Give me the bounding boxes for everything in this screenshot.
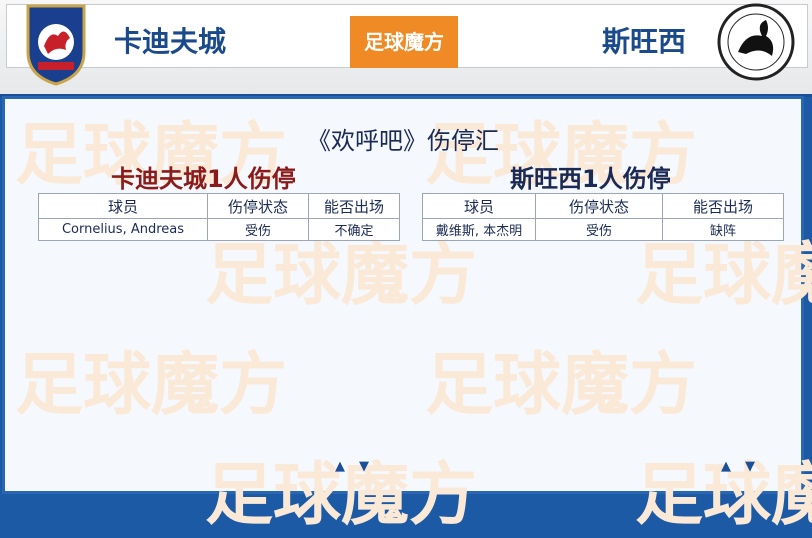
column-header: 球员 [422,193,536,219]
scroll-down-icon[interactable]: ▼ [359,459,383,474]
column-header: 伤停状态 [535,193,663,219]
table-header-row: 球员 伤停状态 能否出场 [422,193,784,219]
player-cell: Cornelius, Andreas [38,218,208,241]
column-header: 能否出场 [308,193,400,219]
away-injury-table: 球员 伤停状态 能否出场 戴维斯, 本杰明 受伤 缺阵 [422,193,784,241]
injury-panel: 足球魔方 足球魔方 足球魔方 足球魔方 足球魔方 足球魔方 足球魔方 足球魔方 … [2,96,812,535]
away-injury-title: 斯旺西1人伤停 [510,165,671,193]
watermark: 足球魔方 [15,346,288,425]
home-injury-title: 卡迪夫城1人伤停 [111,165,296,193]
away-team-name: 斯旺西 [602,25,687,58]
table-header-row: 球员 伤停状态 能否出场 [38,193,400,219]
scroll-up-icon[interactable]: ▲ [335,459,359,474]
away-scroll-controls: ▲▼ [721,459,769,474]
match-header: 卡迪夫城 足球魔方 斯旺西 [0,0,812,97]
home-scroll-controls: ▲▼ [335,459,383,474]
cardiff-crest-icon [26,4,86,86]
status-cell: 受伤 [207,218,309,241]
watermark: 足球魔方 [425,346,698,425]
table-row: Cornelius, Andreas 受伤 不确定 [38,218,400,241]
column-header: 球员 [38,193,208,219]
column-header: 能否出场 [662,193,784,219]
home-injury-table: 球员 伤停状态 能否出场 Cornelius, Andreas 受伤 不确定 [38,193,400,241]
watermark: 足球魔方 [635,456,812,535]
brand-logo: 足球魔方 [350,16,458,68]
table-row: 戴维斯, 本杰明 受伤 缺阵 [422,218,784,241]
availability-cell: 缺阵 [662,218,784,241]
player-cell: 戴维斯, 本杰明 [422,218,536,241]
scroll-down-icon[interactable]: ▼ [745,459,769,474]
watermark: 足球魔方 [205,456,478,535]
swansea-crest-icon [717,3,795,81]
column-header: 伤停状态 [207,193,309,219]
section-title: 《欢呼吧》伤停汇 [307,127,499,155]
scroll-up-icon[interactable]: ▲ [721,459,745,474]
home-team-name: 卡迪夫城 [114,25,227,58]
status-cell: 受伤 [535,218,663,241]
availability-cell: 不确定 [308,218,400,241]
